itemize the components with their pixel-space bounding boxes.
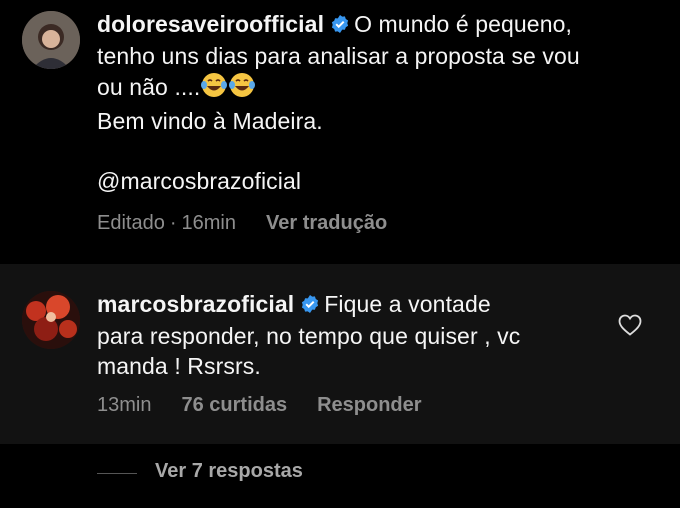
laughing-tears-icon <box>228 71 256 106</box>
verified-badge-icon <box>300 291 320 321</box>
comment-dolores: doloresaveiroofficial O mundo é pequeno, … <box>0 0 680 264</box>
translate-button[interactable]: Ver tradução <box>266 212 387 235</box>
comment-line: para responder, no tempo que quiser , vc <box>97 323 521 349</box>
comment-line: Bem vindo à Madeira. <box>97 108 323 134</box>
reply-button[interactable]: Responder <box>317 394 421 417</box>
view-replies[interactable]: Ver 7 respostas <box>0 444 680 508</box>
comment-line: tenho uns dias para analisar a proposta … <box>97 43 580 69</box>
comment-text: doloresaveiroofficial O mundo é pequeno, … <box>97 9 647 196</box>
separator: · <box>169 212 177 234</box>
mention-link[interactable]: @marcosbrazoficial <box>97 166 647 196</box>
timestamp: 13min <box>97 394 152 416</box>
verified-badge-icon <box>330 11 350 41</box>
username[interactable]: marcosbrazoficial <box>97 291 294 317</box>
comment-text: marcosbrazoficial Fique a vontade para re… <box>97 289 617 381</box>
comment-marcos: marcosbrazoficial Fique a vontade para re… <box>0 264 680 444</box>
heart-icon[interactable] <box>618 314 642 341</box>
comment-line: ou não .... <box>97 74 201 100</box>
timestamp: 16min <box>181 212 236 234</box>
edited-label: Editado <box>97 212 165 234</box>
avatar[interactable] <box>22 291 80 349</box>
comment-meta: 13min 76 curtidas Responder <box>97 394 422 417</box>
comment-line: manda ! Rsrsrs. <box>97 353 261 379</box>
laughing-tears-icon <box>200 71 228 106</box>
likes-count[interactable]: 76 curtidas <box>181 394 287 417</box>
comment-meta: Editado · 16min Ver tradução <box>97 212 387 235</box>
comment-line: Fique a vontade <box>324 291 491 317</box>
username[interactable]: doloresaveiroofficial <box>97 11 324 37</box>
divider <box>97 473 137 474</box>
view-replies-label[interactable]: Ver 7 respostas <box>155 460 303 483</box>
comment-line: O mundo é pequeno, <box>354 11 572 37</box>
avatar[interactable] <box>22 11 80 69</box>
